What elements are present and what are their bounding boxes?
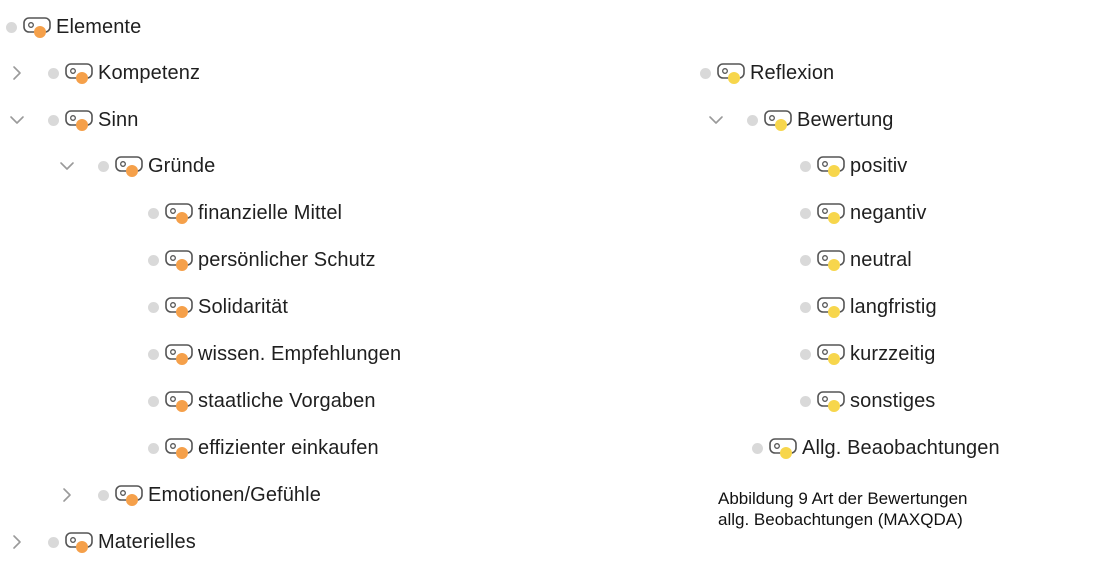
activation-dot-icon[interactable] — [752, 442, 763, 454]
code-tag-icon — [163, 388, 195, 414]
code-item-gründe[interactable]: Gründe — [56, 146, 215, 186]
code-label: Elemente — [56, 15, 142, 38]
code-tag-icon — [163, 247, 195, 273]
code-tag-icon — [815, 294, 847, 320]
chevron-down-icon[interactable] — [6, 109, 28, 131]
code-tag-icon — [163, 435, 195, 461]
code-label: negantiv — [850, 201, 927, 224]
activation-dot-icon[interactable] — [148, 395, 159, 407]
activation-dot-icon[interactable] — [800, 395, 811, 407]
code-label: Materielles — [98, 530, 196, 553]
code-label: finanzielle Mittel — [198, 201, 343, 224]
code-item-sonstiges[interactable]: sonstiges — [800, 381, 935, 421]
activation-dot-icon[interactable] — [48, 536, 59, 548]
activation-dot-icon[interactable] — [48, 114, 59, 126]
chevron-right-icon[interactable] — [56, 484, 78, 506]
activation-dot-icon[interactable] — [800, 254, 811, 266]
code-tag-icon — [63, 60, 95, 86]
activation-dot-icon[interactable] — [800, 160, 811, 172]
activation-dot-icon[interactable] — [800, 207, 811, 219]
code-tag-icon — [113, 482, 145, 508]
code-label: staatliche Vorgaben — [198, 389, 376, 412]
code-tag-icon — [767, 435, 799, 461]
activation-dot-icon[interactable] — [148, 348, 159, 360]
code-label: effizienter einkaufen — [198, 436, 379, 459]
code-label: kurzzeitig — [850, 342, 936, 365]
code-tag-icon — [63, 107, 95, 133]
activation-dot-icon[interactable] — [800, 301, 811, 313]
code-item-langfristig[interactable]: langfristig — [800, 287, 937, 327]
code-label: Bewertung — [797, 108, 894, 131]
code-item-persönlicher-schutz[interactable]: persönlicher Schutz — [148, 240, 376, 280]
code-label: Solidarität — [198, 295, 289, 318]
caption-line-1: Abbildung 9 Art der Bewertungen — [718, 489, 968, 508]
activation-dot-icon[interactable] — [148, 207, 159, 219]
code-item-effizienter-einkaufen[interactable]: effizienter einkaufen — [148, 428, 379, 468]
code-label: sonstiges — [850, 389, 936, 412]
code-item-negantiv[interactable]: negantiv — [800, 193, 926, 233]
code-tag-icon — [63, 529, 95, 555]
code-label: Kompetenz — [98, 61, 201, 84]
activation-dot-icon[interactable] — [148, 442, 159, 454]
code-label: Gründe — [148, 154, 216, 177]
caption-line-2: allg. Beobachtungen (MAXQDA) — [718, 510, 963, 529]
code-item-elemente[interactable]: Elemente — [6, 7, 141, 47]
code-label: positiv — [850, 154, 908, 177]
chevron-down-icon[interactable] — [56, 155, 78, 177]
code-label: Reflexion — [750, 61, 835, 84]
code-item-staatliche-vorgaben[interactable]: staatliche Vorgaben — [148, 381, 376, 421]
code-item-sinn[interactable]: Sinn — [6, 100, 138, 140]
code-item-materielles[interactable]: Materielles — [6, 522, 196, 562]
activation-dot-icon[interactable] — [98, 160, 109, 172]
code-item-finanzielle-mittel[interactable]: finanzielle Mittel — [148, 193, 342, 233]
code-tag-icon — [815, 388, 847, 414]
code-tag-icon — [163, 200, 195, 226]
code-tag-icon — [113, 153, 145, 179]
code-item-emotionen-gefühle[interactable]: Emotionen/Gefühle — [56, 475, 321, 515]
chevron-down-icon[interactable] — [705, 109, 727, 131]
code-tag-icon — [163, 294, 195, 320]
code-tag-icon — [815, 153, 847, 179]
code-label: Allg. Beaobachtungen — [802, 436, 1000, 459]
activation-dot-icon[interactable] — [800, 348, 811, 360]
code-item-kompetenz[interactable]: Kompetenz — [6, 53, 200, 93]
code-tag-icon — [21, 14, 53, 40]
code-item-neutral[interactable]: neutral — [800, 240, 912, 280]
activation-dot-icon[interactable] — [148, 301, 159, 313]
code-tag-icon — [762, 107, 794, 133]
activation-dot-icon[interactable] — [6, 21, 17, 33]
code-label: wissen. Empfehlungen — [198, 342, 402, 365]
activation-dot-icon[interactable] — [48, 67, 59, 79]
code-item-kurzzeitig[interactable]: kurzzeitig — [800, 334, 935, 374]
code-tag-icon — [815, 247, 847, 273]
code-item-solidarität[interactable]: Solidarität — [148, 287, 288, 327]
activation-dot-icon[interactable] — [148, 254, 159, 266]
code-item-wissen-empfehlungen[interactable]: wissen. Empfehlungen — [148, 334, 401, 374]
code-tag-icon — [715, 60, 747, 86]
code-item-reflexion[interactable]: Reflexion — [700, 53, 834, 93]
chevron-right-icon[interactable] — [6, 531, 28, 553]
code-label: persönlicher Schutz — [198, 248, 376, 271]
code-tag-icon — [815, 341, 847, 367]
code-label: Emotionen/Gefühle — [148, 483, 321, 506]
activation-dot-icon[interactable] — [747, 114, 758, 126]
activation-dot-icon[interactable] — [700, 67, 711, 79]
code-label: neutral — [850, 248, 912, 271]
code-item-positiv[interactable]: positiv — [800, 146, 907, 186]
code-item-allg-beaobachtungen[interactable]: Allg. Beaobachtungen — [752, 428, 1000, 468]
code-item-bewertung[interactable]: Bewertung — [705, 100, 894, 140]
chevron-right-icon[interactable] — [6, 62, 28, 84]
activation-dot-icon[interactable] — [98, 489, 109, 501]
code-label: Sinn — [98, 108, 139, 131]
code-tag-icon — [815, 200, 847, 226]
code-label: langfristig — [850, 295, 937, 318]
figure-caption: Abbildung 9 Art der Bewertungen allg. Be… — [718, 488, 1088, 530]
code-tag-icon — [163, 341, 195, 367]
